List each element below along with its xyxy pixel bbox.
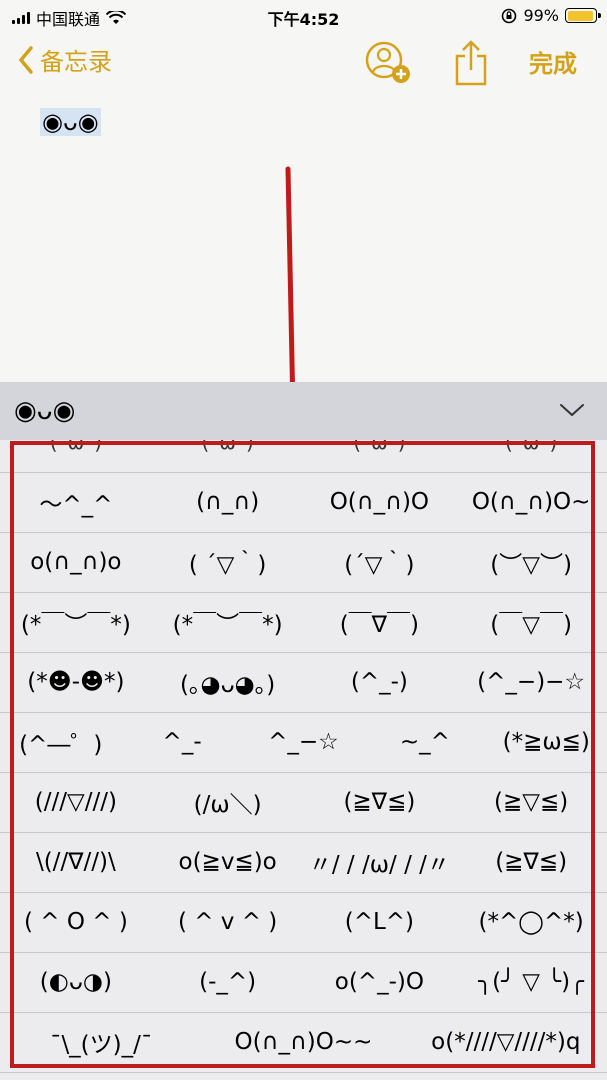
status-bar: 中国联通 下午4:52 99% — [0, 0, 607, 32]
kaomoji-key[interactable]: (^L^) — [304, 892, 456, 952]
kaomoji-key[interactable]: (≧▽≦) — [455, 772, 607, 832]
kaomoji-key[interactable]: (≧∇≦) — [455, 832, 607, 892]
kaomoji-key[interactable]: (^―゜) — [0, 712, 121, 772]
kaomoji-key[interactable]: (*☻-☻*) — [0, 652, 152, 712]
kaomoji-key[interactable]: (///▽///) — [0, 772, 152, 832]
kaomoji-key[interactable]: ╮(╯ ▽ ╰)╭ — [455, 952, 607, 1012]
kaomoji-key[interactable]: (´ω`) — [152, 440, 304, 472]
back-button[interactable]: 备忘录 — [18, 42, 112, 77]
kaomoji-key[interactable]: (-_^) — [152, 952, 304, 1012]
kaomoji-key[interactable]: (*^◯^*) — [455, 892, 607, 952]
back-label: 备忘录 — [40, 48, 112, 76]
kaomoji-key[interactable]: (^_-) — [304, 652, 456, 712]
kaomoji-key[interactable]: 〃/ / /ω/ / /〃 — [304, 832, 456, 892]
battery-percent: 99% — [523, 6, 559, 25]
kaomoji-key[interactable]: (◐ᴗ◑) — [0, 952, 152, 1012]
done-button[interactable]: 完成 — [529, 44, 577, 79]
kaomoji-key[interactable]: o(*////▽////*)q — [405, 1012, 607, 1072]
kaomoji-row: \(//∇//)\ o(≧v≦)o 〃/ / /ω/ / /〃 (≧∇≦) — [0, 832, 607, 893]
chevron-left-icon — [19, 45, 33, 74]
kaomoji-key[interactable]: ( ´▽｀) — [152, 532, 304, 592]
kaomoji-key[interactable]: o(^_-)O — [304, 952, 456, 1012]
kaomoji-row: (^―゜) ^_- ^_−☆ ~_^ (*≧ω≦) — [0, 712, 607, 773]
kaomoji-row: ～^_^ (∩_∩) O(∩_∩)O O(∩_∩)O~ — [0, 472, 607, 533]
kaomoji-key[interactable]: O(∩_∩)O — [304, 472, 456, 532]
kaomoji-key[interactable]: \(//∇//)\ — [0, 832, 152, 892]
kaomoji-key[interactable]: o(≧v≦)o — [152, 832, 304, 892]
kaomoji-key[interactable]: ～^_^ — [0, 472, 152, 532]
kaomoji-key[interactable]: O(∩_∩)O~~ — [202, 1012, 404, 1072]
kaomoji-key[interactable]: (´ω`) — [304, 440, 456, 472]
kaomoji-key[interactable]: (≧∇≦) — [304, 772, 456, 832]
kaomoji-key[interactable]: (´ω`) — [0, 440, 152, 472]
nav-bar: 备忘录 完成 — [0, 32, 607, 90]
kaomoji-key[interactable]: (´▽｀) — [304, 532, 456, 592]
kaomoji-key[interactable]: ^_- — [121, 712, 242, 772]
kaomoji-key[interactable]: (*≧ω≦) — [486, 712, 607, 772]
keyboard-header: ◉ᴗ◉ — [0, 382, 607, 440]
kaomoji-key[interactable]: ~_^ — [364, 712, 485, 772]
kaomoji-key[interactable]: ( ^ v ^ ) — [152, 892, 304, 952]
keyboard-current-kaomoji: ◉ᴗ◉ — [14, 396, 76, 426]
kaomoji-row: (*￣︶￣*) (*￣︶￣*) (￣∇￣) (￣▽￣) — [0, 592, 607, 653]
kaomoji-key[interactable]: (/ω＼) — [152, 772, 304, 832]
kaomoji-grid: (´ω`) (´ω`) (´ω`) (´ω`) ～^_^ (∩_∩) O(∩_∩)O O(∩_… — [0, 440, 607, 1080]
rotation-lock-icon — [502, 8, 517, 23]
battery-icon — [565, 8, 601, 23]
chevron-down-icon[interactable] — [559, 402, 585, 418]
kaomoji-key[interactable]: (︶▽︶) — [455, 532, 607, 592]
share-icon — [455, 40, 487, 86]
kaomoji-key[interactable]: ^_−☆ — [243, 712, 364, 772]
kaomoji-key[interactable]: (´ω`) — [455, 440, 607, 472]
kaomoji-key[interactable]: ¯\_(ツ)_/¯ — [0, 1012, 202, 1072]
status-right: 99% — [501, 6, 601, 25]
add-person-button[interactable] — [364, 40, 414, 88]
share-button[interactable] — [453, 40, 489, 90]
kaomoji-key[interactable]: (￣∇￣) — [304, 592, 456, 652]
kaomoji-key[interactable]: (∩_∩) — [152, 472, 304, 532]
kaomoji-key[interactable]: (*￣︶￣*) — [152, 592, 304, 652]
kaomoji-row: o(∩_∩)o( ´▽｀) (´▽｀) (︶▽︶) — [0, 532, 607, 593]
kaomoji-row: (´ω`) (´ω`) (´ω`) (´ω`) — [0, 440, 607, 473]
kaomoji-row: (*☻-☻*) (｡◕ᴗ◕｡) (^_-) (^_−)−☆ — [0, 652, 607, 713]
kaomoji-row: (///▽///) (/ω＼) (≧∇≦) (≧▽≦) — [0, 772, 607, 833]
kaomoji-row: ( ^ O ^ )( ^ v ^ ) (^L^) (*^◯^*) — [0, 892, 607, 953]
kaomoji-row: ¯\_(ツ)_/¯ O(∩_∩)O~~ o(*////▽////*)q — [0, 1012, 607, 1073]
kaomoji-key[interactable]: (￣▽￣) — [455, 592, 607, 652]
kaomoji-key[interactable]: O(∩_∩)O~ — [455, 472, 607, 532]
kaomoji-row: (◐ᴗ◑) (-_^) o(^_-)O ╮(╯ ▽ ╰)╭ — [0, 952, 607, 1013]
add-person-icon — [365, 41, 410, 83]
kaomoji-key[interactable]: (*￣︶￣*) — [0, 592, 152, 652]
kaomoji-key[interactable]: o(∩_∩)o — [0, 532, 152, 592]
kaomoji-key[interactable]: (｡◕ᴗ◕｡) — [152, 652, 304, 712]
kaomoji-key[interactable]: (^_−)−☆ — [455, 652, 607, 712]
note-content[interactable]: ◉ᴗ◉ — [40, 108, 101, 136]
kaomoji-key[interactable]: ( ^ O ^ ) — [0, 892, 152, 952]
